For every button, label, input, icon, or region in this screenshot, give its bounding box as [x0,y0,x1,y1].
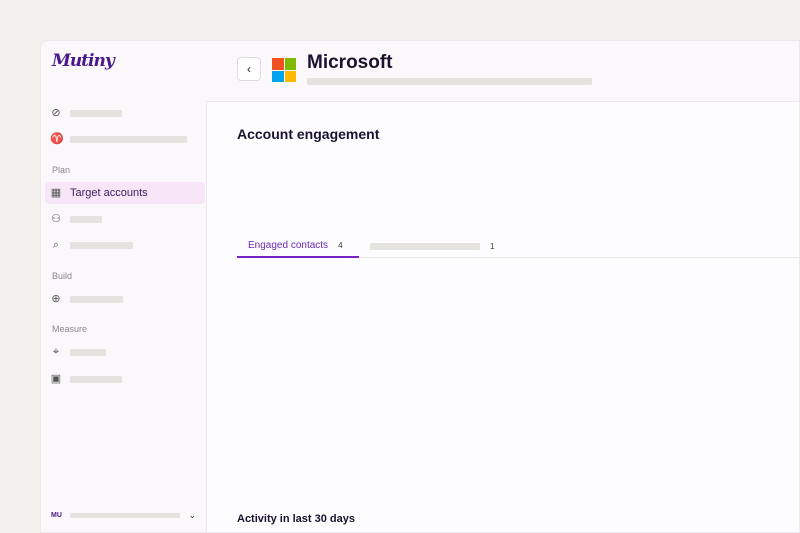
user-menu[interactable]: MU ⌄ [51,510,196,521]
building-icon: ▦ [50,187,62,199]
compass-icon: ⊘ [51,107,61,119]
subtitle-placeholder [307,78,592,85]
sidebar-item-target-accounts[interactable]: ▦ Target accounts [45,182,205,204]
cursor-click-icon: ⌖ [52,346,60,358]
tab-second[interactable]: 1 [370,234,494,258]
section-title: Account engagement [237,126,380,142]
mutiny-logo[interactable]: Mutiny [52,51,115,71]
back-button[interactable]: ‹ [237,57,261,81]
tab-count: 1 [490,241,495,251]
sidebar-item-reports[interactable]: ▣ [45,368,205,390]
sidebar: Mutiny ⊘ ♈ Plan ▦ Target accounts ⚇ ⌕ Bui… [41,41,206,532]
user-initials: MU [51,512,62,519]
tab-engaged-contacts[interactable]: Engaged contacts 4 [237,234,359,258]
report-icon: ▣ [50,373,62,385]
globe-icon: ⊕ [51,293,61,305]
sidebar-item-explore[interactable]: ⊘ [45,102,205,124]
section-plan: Plan [52,165,71,175]
main-panel: Account engagement Engaged contacts 4 1 A… [206,101,799,532]
section-measure: Measure [52,324,88,334]
tab-label: Engaged contacts [248,239,329,251]
sidebar-item-web[interactable]: ⊕ [45,288,205,310]
trophy-icon: ♈ [50,133,64,145]
microsoft-logo-icon [272,58,296,82]
tab-count: 4 [338,240,343,250]
sidebar-item-search[interactable]: ⌕ [45,234,205,256]
sidebar-item-people[interactable]: ⚇ [45,208,205,230]
users-icon: ⚇ [51,213,61,225]
section-build: Build [52,271,73,281]
tab-bar: Engaged contacts 4 1 [237,234,799,258]
chevron-down-icon: ⌄ [188,510,196,520]
app-window: Mutiny ⊘ ♈ Plan ▦ Target accounts ⚇ ⌕ Bui… [40,40,800,533]
sidebar-item-goals[interactable]: ♈ [45,128,205,150]
sidebar-item-label: Target accounts [70,187,148,199]
page-header: ‹ Microsoft [206,41,799,101]
page-title: Microsoft [307,52,393,73]
folder-search-icon: ⌕ [52,239,60,251]
activity-title: Activity in last 30 days [237,513,355,525]
sidebar-item-clicks[interactable]: ⌖ [45,341,205,363]
